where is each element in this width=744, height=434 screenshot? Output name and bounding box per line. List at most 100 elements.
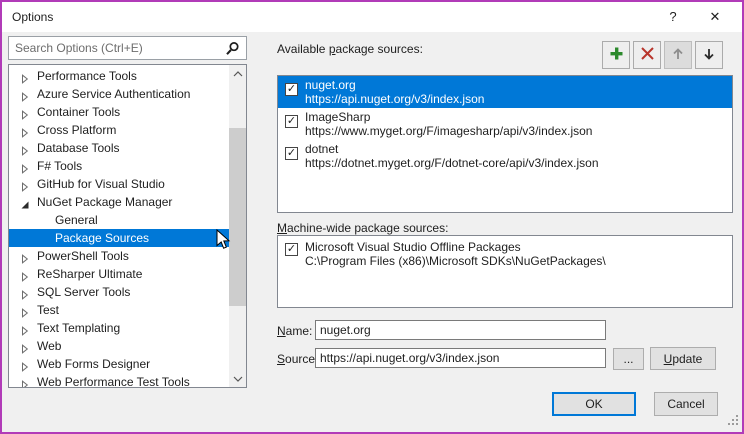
expand-arrow-icon[interactable]: [20, 215, 30, 225]
move-down-button[interactable]: [695, 41, 723, 69]
source-url: https://dotnet.myget.org/F/dotnet-core/a…: [305, 156, 599, 170]
tree-rows: Performance Tools Azure Service Authenti…: [9, 67, 231, 388]
tree-item-performance-tools[interactable]: Performance Tools: [9, 67, 231, 85]
scroll-up-icon[interactable]: [229, 65, 246, 82]
window-title: Options: [12, 10, 53, 24]
titlebar: Options ? ✕: [2, 2, 742, 32]
cancel-button[interactable]: Cancel: [654, 392, 718, 416]
tree-item-web-forms-designer[interactable]: Web Forms Designer: [9, 355, 231, 373]
package-source-item-nuget-org[interactable]: ✓ nuget.org https://api.nuget.org/v3/ind…: [278, 76, 732, 108]
expand-arrow-icon[interactable]: [20, 125, 30, 135]
tree-item-github-for-visual-studio[interactable]: GitHub for Visual Studio: [9, 175, 231, 193]
move-up-button: [664, 41, 692, 69]
expand-arrow-icon[interactable]: [20, 323, 30, 333]
expand-arrow-icon[interactable]: [20, 269, 30, 279]
tree-item-label: PowerShell Tools: [37, 247, 129, 265]
ok-button[interactable]: OK: [552, 392, 636, 416]
scroll-thumb[interactable]: [229, 128, 246, 306]
tree-item-label: Azure Service Authentication: [37, 85, 190, 103]
package-sources-list[interactable]: ✓ nuget.org https://api.nuget.org/v3/ind…: [277, 75, 733, 213]
tree-item-general[interactable]: General: [9, 211, 231, 229]
tree-item-label: NuGet Package Manager: [37, 193, 172, 211]
expand-arrow-icon[interactable]: [20, 107, 30, 117]
tree-item-label: Test: [37, 301, 59, 319]
resize-grip[interactable]: [728, 415, 739, 429]
tree-item-sql-server-tools[interactable]: SQL Server Tools: [9, 283, 231, 301]
tree-item-resharper-ultimate[interactable]: ReSharper Ultimate: [9, 265, 231, 283]
name-label: Name:: [277, 324, 312, 338]
expand-arrow-icon[interactable]: [20, 287, 30, 297]
help-button[interactable]: ?: [658, 4, 688, 30]
remove-source-button[interactable]: [633, 41, 661, 69]
expand-arrow-icon[interactable]: [20, 89, 30, 99]
source-name: nuget.org: [305, 78, 356, 92]
tree-item-label: ReSharper Ultimate: [37, 265, 142, 283]
add-icon: [609, 46, 624, 64]
tree-item-powershell-tools[interactable]: PowerShell Tools: [9, 247, 231, 265]
tree-item-label: Package Sources: [55, 229, 149, 247]
package-source-item-imagesharp[interactable]: ✓ ImageSharp https://www.myget.org/F/ima…: [278, 108, 732, 140]
package-source-item-dotnet[interactable]: ✓ dotnet https://dotnet.myget.org/F/dotn…: [278, 140, 732, 172]
source-url: https://www.myget.org/F/imagesharp/api/v…: [305, 124, 592, 138]
tree-item-label: SQL Server Tools: [37, 283, 130, 301]
expand-arrow-icon[interactable]: [20, 143, 30, 153]
source-url: https://api.nuget.org/v3/index.json: [305, 92, 484, 106]
source-name: ImageSharp: [305, 110, 370, 124]
expand-arrow-icon[interactable]: [20, 251, 30, 261]
source-input[interactable]: [315, 348, 606, 368]
tree-item-text-templating[interactable]: Text Templating: [9, 319, 231, 337]
close-icon[interactable]: ✕: [700, 4, 730, 30]
expand-arrow-icon[interactable]: [20, 377, 30, 387]
move-down-icon: [702, 47, 716, 64]
tree-scrollbar[interactable]: [229, 65, 246, 387]
expand-arrow-icon[interactable]: [20, 179, 30, 189]
move-up-icon: [671, 47, 685, 64]
source-checkbox[interactable]: ✓: [285, 147, 298, 160]
source-url: C:\Program Files (x86)\Microsoft SDKs\Nu…: [305, 254, 606, 268]
search-icon: [225, 41, 240, 56]
expand-arrow-icon[interactable]: [20, 197, 30, 207]
expand-arrow-icon[interactable]: [20, 233, 30, 243]
tree-item-container-tools[interactable]: Container Tools: [9, 103, 231, 121]
tree-item-label: GitHub for Visual Studio: [37, 175, 165, 193]
expand-arrow-icon[interactable]: [20, 305, 30, 315]
tree-item-label: Performance Tools: [37, 67, 137, 85]
expand-arrow-icon[interactable]: [20, 341, 30, 351]
tree-item-label: Web Forms Designer: [37, 355, 150, 373]
package-source-item-microsoft-visual-studio-offline-packages[interactable]: ✓ Microsoft Visual Studio Offline Packag…: [278, 236, 732, 268]
update-button[interactable]: Update: [650, 347, 716, 370]
available-sources-label: Available package sources:: [277, 42, 423, 56]
source-checkbox[interactable]: ✓: [285, 83, 298, 96]
tree-item-web-performance-test-tools[interactable]: Web Performance Test Tools: [9, 373, 231, 388]
tree-item-nuget-package-manager[interactable]: NuGet Package Manager: [9, 193, 231, 211]
browse-button[interactable]: ...: [613, 348, 644, 370]
source-checkbox[interactable]: ✓: [285, 115, 298, 128]
tree-item-label: General: [55, 211, 98, 229]
tree-item-package-sources[interactable]: Package Sources: [9, 229, 231, 247]
tree-item-test[interactable]: Test: [9, 301, 231, 319]
scroll-down-icon[interactable]: [229, 370, 246, 387]
tree-item-label: F# Tools: [37, 157, 82, 175]
expand-arrow-icon[interactable]: [20, 71, 30, 81]
source-name: Microsoft Visual Studio Offline Packages: [305, 240, 521, 254]
tree-item-database-tools[interactable]: Database Tools: [9, 139, 231, 157]
tree-item-f-tools[interactable]: F# Tools: [9, 157, 231, 175]
tree-item-label: Container Tools: [37, 103, 120, 121]
tree-item-label: Web: [37, 337, 61, 355]
remove-icon: [640, 46, 655, 64]
add-source-button[interactable]: [602, 41, 630, 69]
tree-item-label: Web Performance Test Tools: [37, 373, 190, 388]
tree-item-cross-platform[interactable]: Cross Platform: [9, 121, 231, 139]
source-name: dotnet: [305, 142, 338, 156]
source-checkbox[interactable]: ✓: [285, 243, 298, 256]
name-input[interactable]: [315, 320, 606, 340]
search-input[interactable]: [15, 39, 215, 57]
tree-item-label: Text Templating: [37, 319, 120, 337]
expand-arrow-icon[interactable]: [20, 161, 30, 171]
tree-item-web[interactable]: Web: [9, 337, 231, 355]
options-tree: Performance Tools Azure Service Authenti…: [8, 64, 247, 388]
tree-item-label: Database Tools: [37, 139, 120, 157]
expand-arrow-icon[interactable]: [20, 359, 30, 369]
machine-sources-list[interactable]: ✓ Microsoft Visual Studio Offline Packag…: [277, 235, 733, 308]
tree-item-azure-service-authentication[interactable]: Azure Service Authentication: [9, 85, 231, 103]
